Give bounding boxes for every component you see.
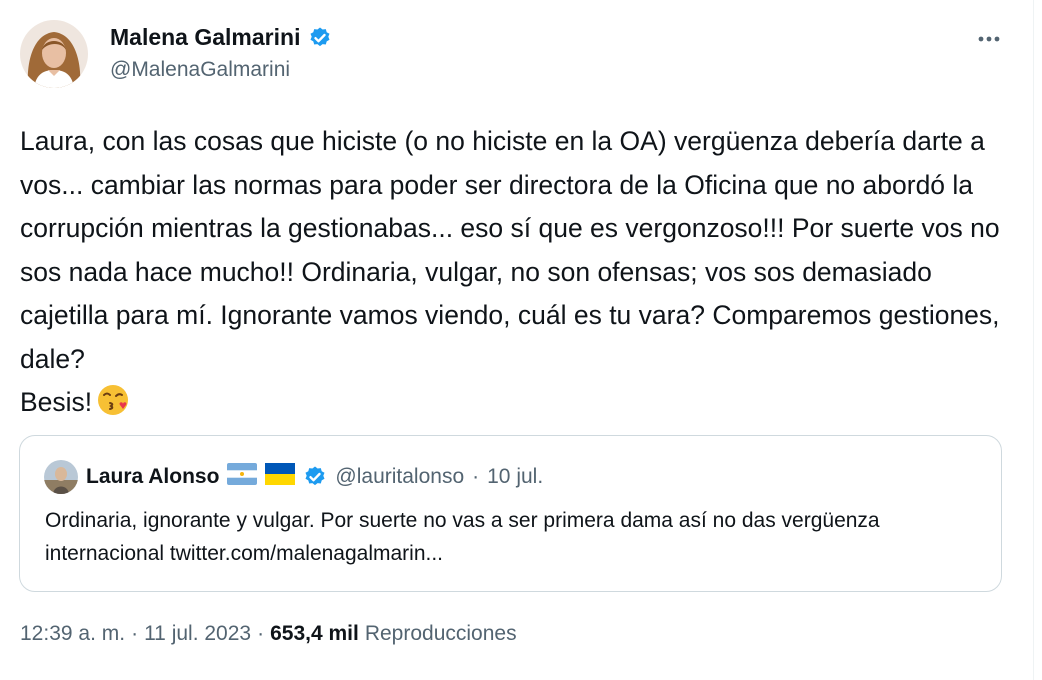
tweet-time[interactable]: 12:39 a. m. xyxy=(20,622,125,646)
tweet-date[interactable]: 11 jul. 2023 xyxy=(144,622,251,646)
quoted-avatar[interactable] xyxy=(44,460,78,494)
author-name[interactable]: Malena Galmarini xyxy=(110,24,300,51)
avatar[interactable] xyxy=(20,20,88,88)
divider xyxy=(1033,0,1034,680)
kissing-face-emoji-icon xyxy=(96,383,130,431)
quoted-verified-badge-icon xyxy=(303,465,327,489)
more-options-button[interactable] xyxy=(974,26,1004,52)
more-dots-icon xyxy=(978,36,1000,42)
separator-dot: · xyxy=(131,622,139,645)
quoted-tweet-header: Laura Alonso @lauritalonso · 10 jul. xyxy=(44,460,543,494)
argentina-flag-icon xyxy=(227,463,258,491)
author-handle[interactable]: @MalenaGalmarini xyxy=(110,58,332,82)
quoted-author-handle[interactable]: @lauritalonso xyxy=(335,465,464,489)
ukraine-flag-icon xyxy=(265,463,296,491)
tweet-closing-text: Besis! xyxy=(20,387,93,417)
verified-badge-icon xyxy=(308,26,332,50)
tweet-text: Laura, con las cosas que hiciste (o no h… xyxy=(20,120,1005,431)
quoted-tweet-text: Ordinaria, ignorante y vulgar. Por suert… xyxy=(45,509,880,565)
author-info: Malena Galmarini @MalenaGalmarini xyxy=(110,24,332,82)
tweet-meta: 12:39 a. m. · 11 jul. 2023 · 653,4 mil R… xyxy=(20,622,517,646)
separator-dot: · xyxy=(257,622,265,645)
views-label: Reproducciones xyxy=(364,622,517,645)
tweet-card: Malena Galmarini @MalenaGalmarini Laura,… xyxy=(0,0,1042,680)
separator-dot: · xyxy=(472,465,480,488)
tweet-paragraph: Laura, con las cosas que hiciste (o no h… xyxy=(20,126,1000,374)
quoted-author-name[interactable]: Laura Alonso xyxy=(86,465,219,489)
quoted-tweet-date[interactable]: 10 jul. xyxy=(487,465,543,489)
views-count: 653,4 mil xyxy=(270,622,359,645)
quoted-tweet[interactable]: Laura Alonso @lauritalonso · 10 jul. Ord… xyxy=(19,435,1002,592)
tweet-closing-line: Besis! xyxy=(20,381,1005,431)
